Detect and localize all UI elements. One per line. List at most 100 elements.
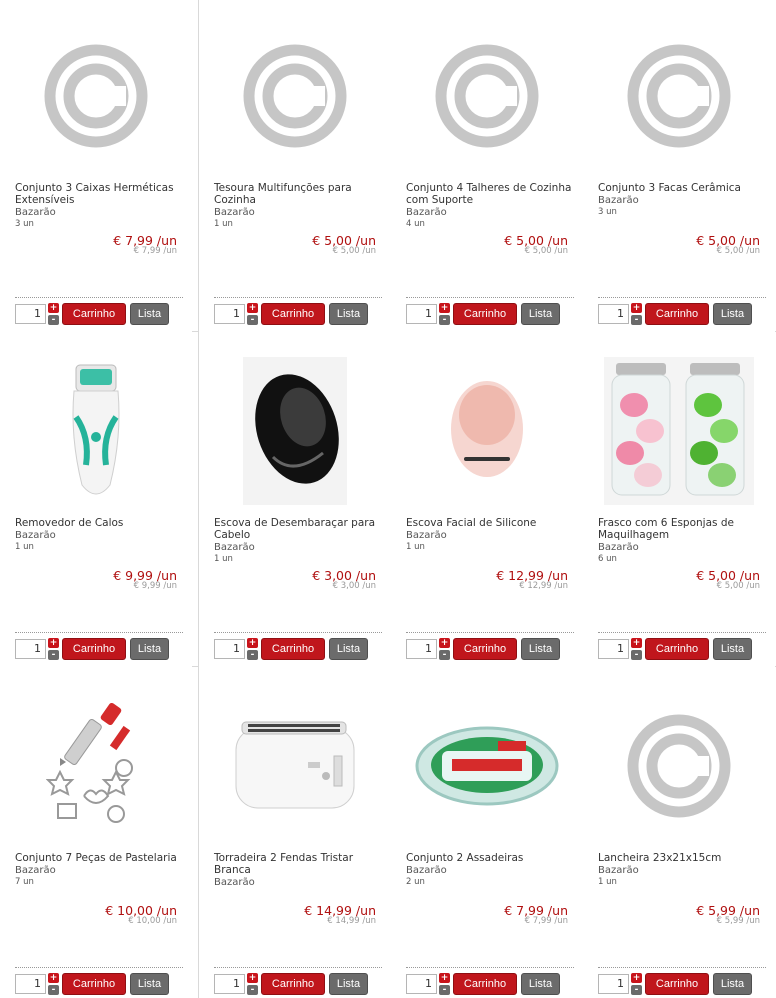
add-to-cart-button[interactable]: Carrinho [645, 303, 709, 325]
quantity-input[interactable]: 1 [406, 639, 437, 659]
product-info: Conjunto 4 Talheres de Cozinha com Supor… [406, 182, 581, 230]
add-to-list-button[interactable]: Lista [329, 303, 368, 325]
add-to-list-button[interactable]: Lista [329, 638, 368, 660]
quantity-input[interactable]: 1 [214, 974, 245, 994]
quantity-input[interactable]: 1 [406, 304, 437, 324]
product-image[interactable] [207, 357, 383, 505]
product-card: Torradeira 2 Fendas Tristar Branca Bazar… [199, 670, 391, 998]
card-separator [214, 967, 382, 968]
add-to-list-button[interactable]: Lista [521, 303, 560, 325]
quantity-increase-button[interactable]: + [247, 638, 258, 648]
quantity-decrease-button[interactable]: - [439, 315, 450, 325]
product-name[interactable]: Conjunto 2 Assadeiras [406, 852, 523, 864]
quantity-decrease-button[interactable]: - [631, 315, 642, 325]
product-image[interactable] [207, 22, 383, 170]
add-to-cart-button[interactable]: Carrinho [261, 303, 325, 325]
product-name[interactable]: Escova Facial de Silicone [406, 517, 536, 529]
product-name[interactable]: Conjunto 3 Caixas Herméticas Extensíveis [15, 182, 174, 206]
product-image[interactable] [8, 357, 184, 505]
product-brand: Bazarão [406, 865, 447, 876]
product-image[interactable] [399, 357, 575, 505]
product-card: Escova Facial de Silicone Bazarão 1 un €… [391, 335, 583, 670]
product-brand: Bazarão [406, 207, 447, 218]
quantity-decrease-button[interactable]: - [48, 650, 59, 660]
quantity-increase-button[interactable]: + [631, 638, 642, 648]
product-name[interactable]: Conjunto 3 Facas Cerâmica [598, 182, 741, 194]
add-to-cart-button[interactable]: Carrinho [453, 638, 517, 660]
quantity-increase-button[interactable]: + [247, 973, 258, 983]
quantity-input[interactable]: 1 [15, 639, 46, 659]
product-name[interactable]: Torradeira 2 Fendas Tristar Branca [214, 852, 353, 876]
quantity-increase-button[interactable]: + [631, 303, 642, 313]
product-image[interactable] [591, 692, 767, 840]
quantity-increase-button[interactable]: + [247, 303, 258, 313]
facial-brush-image [451, 381, 523, 477]
product-card: Conjunto 4 Talheres de Cozinha com Supor… [391, 0, 583, 335]
product-card: Escova de Desembaraçar para Cabelo Bazar… [199, 335, 391, 670]
add-to-cart-button[interactable]: Carrinho [645, 638, 709, 660]
add-to-list-button[interactable]: Lista [713, 303, 752, 325]
add-to-list-button[interactable]: Lista [521, 973, 560, 995]
product-name[interactable]: Removedor de Calos [15, 517, 123, 529]
add-to-list-button[interactable]: Lista [130, 973, 169, 995]
product-price-secondary: € 5,00 /un [524, 246, 568, 256]
quantity-increase-button[interactable]: + [48, 973, 59, 983]
copyright-placeholder-icon [44, 44, 148, 148]
product-name[interactable]: Lancheira 23x21x15cm [598, 852, 721, 864]
quantity-increase-button[interactable]: + [48, 638, 59, 648]
add-to-cart-button[interactable]: Carrinho [62, 303, 126, 325]
quantity-input[interactable]: 1 [15, 304, 46, 324]
add-to-list-button[interactable]: Lista [521, 638, 560, 660]
add-to-list-button[interactable]: Lista [713, 638, 752, 660]
quantity-input[interactable]: 1 [598, 304, 629, 324]
quantity-increase-button[interactable]: + [439, 973, 450, 983]
add-to-cart-button[interactable]: Carrinho [453, 303, 517, 325]
quantity-decrease-button[interactable]: - [247, 650, 258, 660]
quantity-decrease-button[interactable]: - [439, 650, 450, 660]
quantity-decrease-button[interactable]: - [631, 985, 642, 995]
product-name[interactable]: Frasco com 6 Esponjas de Maquilhagem [598, 517, 734, 541]
quantity-input[interactable]: 1 [15, 974, 46, 994]
product-image[interactable] [399, 22, 575, 170]
product-image[interactable] [8, 692, 184, 840]
makeup-sponges-image [604, 357, 754, 505]
quantity-decrease-button[interactable]: - [48, 985, 59, 995]
quantity-decrease-button[interactable]: - [631, 650, 642, 660]
add-to-cart-button[interactable]: Carrinho [62, 638, 126, 660]
product-name[interactable]: Tesoura Multifunções para Cozinha [214, 182, 352, 206]
product-image[interactable] [8, 22, 184, 170]
quantity-input[interactable]: 1 [214, 639, 245, 659]
quantity-input[interactable]: 1 [214, 304, 245, 324]
product-image[interactable] [591, 22, 767, 170]
quantity-decrease-button[interactable]: - [48, 315, 59, 325]
card-separator [15, 967, 183, 968]
product-image[interactable] [207, 692, 383, 840]
add-to-list-button[interactable]: Lista [130, 303, 169, 325]
quantity-increase-button[interactable]: + [48, 303, 59, 313]
add-to-list-button[interactable]: Lista [329, 973, 368, 995]
product-brand: Bazarão [15, 530, 56, 541]
quantity-increase-button[interactable]: + [439, 638, 450, 648]
product-name[interactable]: Escova de Desembaraçar para Cabelo [214, 517, 375, 541]
add-to-list-button[interactable]: Lista [713, 973, 752, 995]
product-name[interactable]: Conjunto 7 Peças de Pastelaria [15, 852, 177, 864]
quantity-decrease-button[interactable]: - [439, 985, 450, 995]
quantity-decrease-button[interactable]: - [247, 985, 258, 995]
product-brand: Bazarão [15, 865, 56, 876]
quantity-decrease-button[interactable]: - [247, 315, 258, 325]
quantity-input[interactable]: 1 [406, 974, 437, 994]
product-name[interactable]: Conjunto 4 Talheres de Cozinha com Supor… [406, 182, 571, 206]
add-to-list-button[interactable]: Lista [130, 638, 169, 660]
quantity-input[interactable]: 1 [598, 974, 629, 994]
product-image[interactable] [399, 692, 575, 840]
quantity-input[interactable]: 1 [598, 639, 629, 659]
add-to-cart-button[interactable]: Carrinho [261, 638, 325, 660]
add-to-cart-button[interactable]: Carrinho [62, 973, 126, 995]
add-to-cart-button[interactable]: Carrinho [261, 973, 325, 995]
add-to-cart-button[interactable]: Carrinho [453, 973, 517, 995]
add-to-cart-button[interactable]: Carrinho [645, 973, 709, 995]
quantity-increase-button[interactable]: + [631, 973, 642, 983]
product-brand: Bazarão [598, 542, 639, 553]
quantity-increase-button[interactable]: + [439, 303, 450, 313]
product-image[interactable] [591, 357, 767, 505]
